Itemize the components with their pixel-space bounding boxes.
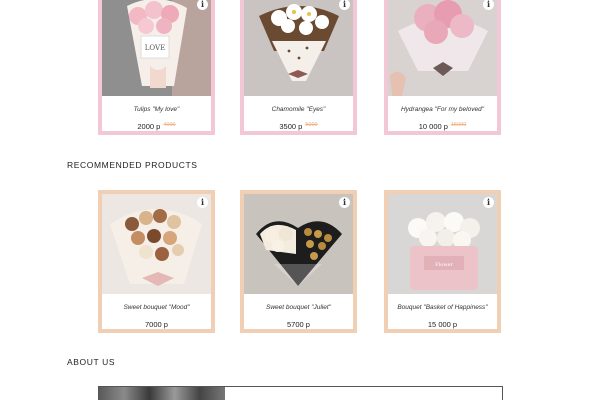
product-card-hydrangea[interactable]: i Hydrangea "For my beloved" 10 000 р 150…	[384, 0, 501, 135]
top-products-row: LOVE i Tulips "My love" 2000 р 4000 i Ch…	[0, 0, 600, 140]
product-card-tulips[interactable]: LOVE i Tulips "My love" 2000 р 4000	[98, 0, 215, 135]
product-card-chamomile[interactable]: i Chamomile "Eyes" 3500 р 5000	[240, 0, 357, 135]
product-photo-hydrangea[interactable]: i	[388, 0, 497, 96]
product-price: 15 000 р	[427, 320, 458, 329]
product-photo-chamomile[interactable]: i	[244, 0, 353, 96]
product-price-line: 3500 р 5000	[244, 122, 353, 131]
about-photo	[99, 387, 225, 400]
product-name: Sweet bouquet "Mood"	[123, 304, 190, 311]
product-old-price: 15000	[450, 122, 467, 128]
product-price-line: 5700 р	[244, 320, 353, 329]
product-price-line: 15 000 р	[388, 320, 497, 329]
product-photo-tulips[interactable]: LOVE i	[102, 0, 211, 96]
product-price: 7000 р	[145, 320, 168, 329]
product-card-mood[interactable]: i Sweet bouquet "Mood" 7000 р	[98, 190, 215, 333]
product-name: Sweet bouquet "Juliet"	[266, 304, 331, 311]
product-old-price: 4000	[163, 122, 176, 128]
product-old-price: 5000	[305, 122, 318, 128]
product-name: Tulips "My love"	[133, 106, 180, 113]
product-card-juliet[interactable]: i Sweet bouquet "Juliet" 5700 р	[240, 190, 357, 333]
info-icon[interactable]: i	[483, 197, 494, 208]
product-photo-juliet[interactable]: i	[244, 194, 353, 294]
svg-text:Flower: Flower	[435, 262, 453, 268]
about-heading: ABOUT US	[67, 357, 116, 367]
product-price: 10 000 р	[418, 122, 448, 131]
product-name: Hydrangea "For my beloved"	[400, 106, 484, 113]
product-price-line: 7000 р	[102, 320, 211, 329]
product-price-line: 2000 р 4000	[102, 122, 211, 131]
info-icon[interactable]: i	[197, 197, 208, 208]
about-section	[98, 386, 503, 400]
product-name: Bouquet "Basket of Happiness"	[397, 304, 488, 311]
svg-text:LOVE: LOVE	[145, 44, 165, 52]
product-photo-basket[interactable]: Flower i	[388, 194, 497, 294]
recommended-products-row: i Sweet bouquet "Mood" 7000 р i Sweet bo…	[0, 190, 600, 333]
product-price: 2000 р	[137, 122, 161, 131]
recommended-heading: RECOMMENDED PRODUCTS	[67, 160, 198, 170]
product-card-basket-of-happiness[interactable]: Flower i Bouquet "Basket of Happiness" 1…	[384, 190, 501, 333]
product-price: 3500 р	[279, 122, 303, 131]
product-name: Chamomile "Eyes"	[271, 106, 326, 113]
info-icon[interactable]: i	[339, 197, 350, 208]
product-photo-mood[interactable]: i	[102, 194, 211, 294]
product-price: 5700 р	[287, 320, 310, 329]
product-price-line: 10 000 р 15000	[388, 122, 497, 131]
